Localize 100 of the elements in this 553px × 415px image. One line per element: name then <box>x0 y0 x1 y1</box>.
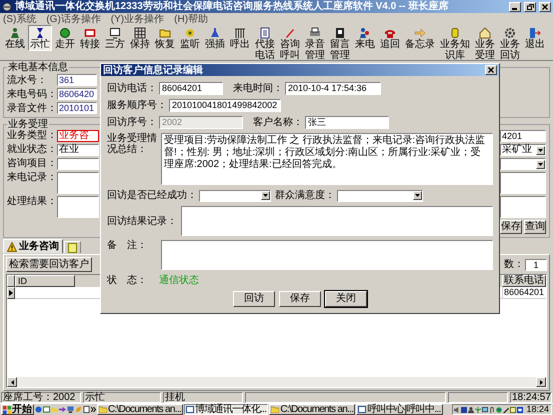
folder-icon <box>159 27 171 39</box>
text-area[interactable] <box>57 172 99 194</box>
search-customers-button[interactable]: 检索需要回访客户 <box>6 257 92 272</box>
toolbar-button[interactable]: 来电 <box>353 25 377 51</box>
text-field[interactable]: 张三 <box>305 116 389 129</box>
speaker-icon[interactable] <box>454 406 460 412</box>
taskbar-button[interactable]: C:\Documents an... <box>97 404 183 415</box>
text-field[interactable]: 2010101 <box>57 102 97 114</box>
toolbar-button[interactable]: 业务回访 <box>498 25 522 62</box>
text-area[interactable] <box>161 240 493 270</box>
text-field[interactable] <box>57 158 99 170</box>
flask-icon <box>209 27 221 39</box>
tab[interactable]: 业务咨询 <box>3 239 63 253</box>
text-area[interactable] <box>500 196 546 218</box>
text-area[interactable] <box>500 172 546 194</box>
house-icon <box>479 27 491 39</box>
menu-item[interactable]: (Y)业务操作 <box>110 14 164 24</box>
window-icon <box>84 27 96 39</box>
window-icon[interactable] <box>43 406 50 413</box>
people-icon[interactable] <box>468 406 474 412</box>
dialog-button[interactable]: 关闭 <box>325 291 367 307</box>
dropdown[interactable] <box>199 190 271 202</box>
close-icon <box>542 4 548 10</box>
dialog-button[interactable]: 保存 <box>279 291 321 307</box>
bars-icon <box>234 27 246 39</box>
toolbar-button[interactable]: 追回 <box>378 25 402 51</box>
taskbar-button[interactable]: 博域通讯一体化... <box>184 404 268 415</box>
start-button[interactable]: 开始 <box>1 404 34 415</box>
dropdown[interactable]: 采矿业 <box>500 144 546 156</box>
toolbar-button[interactable]: 录音管理 <box>303 25 327 62</box>
taskbar-button[interactable]: 呼叫中心|呼叫中... <box>356 404 443 415</box>
action-button[interactable]: 查询 <box>524 220 546 234</box>
text-field[interactable]: 8606420 <box>57 88 97 100</box>
restore-button[interactable] <box>524 2 536 12</box>
tab[interactable] <box>64 241 81 253</box>
minimize-button[interactable] <box>509 2 521 12</box>
text-field[interactable]: 201010041801499842002 <box>169 99 281 112</box>
column-header[interactable]: 联系电话 <box>502 275 546 287</box>
text-area[interactable]: 受理项目:劳动保障法制工作 之 行政执法监督；来电记录:咨询行政执法监督!；性别: 男；地址:深圳；行政区域划分:南山区；所属行业:采矿业；受理座席:2002；处理结果:已经回答完成。 <box>161 133 493 185</box>
menu-item[interactable]: (G)话务操作 <box>46 14 101 24</box>
toolbar-button[interactable]: 保持 <box>128 25 152 51</box>
row-header[interactable] <box>7 287 15 299</box>
toolbar-button[interactable]: 业务知识库 <box>438 25 472 62</box>
pen-icon[interactable] <box>503 406 510 412</box>
text-field[interactable]: 361 <box>57 74 97 86</box>
document-icon[interactable] <box>83 406 90 413</box>
toolbar-button[interactable]: 三方 <box>103 25 127 51</box>
monitor-icon[interactable] <box>482 406 488 412</box>
close-button[interactable] <box>485 65 497 75</box>
toolbar-button[interactable]: 转接 <box>78 25 102 51</box>
toolbar-button[interactable]: 示忙 <box>28 25 52 51</box>
toolbar-button[interactable]: 代接电话 <box>253 25 277 62</box>
field-label: 录音文件： <box>7 102 57 114</box>
taskbar-button[interactable]: C:\Documents an... <box>269 404 356 415</box>
caret-icon <box>538 162 543 166</box>
menu-item[interactable]: (S)系统 <box>3 14 36 24</box>
square-icon[interactable] <box>517 406 524 412</box>
status-value: 通信状态 <box>159 275 199 286</box>
table-cell: 86064201 <box>502 287 546 298</box>
text-field[interactable]: 4201 <box>500 130 546 142</box>
toolbar-button[interactable]: 备忘录 <box>403 25 437 51</box>
toolbar-button[interactable]: 留言管理 <box>328 25 352 62</box>
text-field[interactable]: 86064201 <box>159 82 223 95</box>
group-title: 来电基本信息 <box>7 62 69 73</box>
column-header[interactable]: ID <box>15 275 75 287</box>
window-title: 博域通讯一体化交换机12333劳动和社会保障电话咨询服务热线系统人工座席软件 V4.0 -- 班长座席 <box>15 0 450 12</box>
toolbar-button[interactable]: 强插 <box>203 25 227 51</box>
document-icon <box>259 27 271 39</box>
horizontal-scrollbar[interactable] <box>7 377 546 387</box>
arrow-icon[interactable] <box>59 406 66 413</box>
menu-item[interactable]: (H)帮助 <box>174 14 208 24</box>
toolbar-button[interactable]: 业务受理 <box>473 25 497 62</box>
toolbar-button[interactable]: 呼出 <box>228 25 252 51</box>
window-icon[interactable] <box>510 406 516 412</box>
dropdown[interactable] <box>337 190 423 202</box>
toolbar-button[interactable]: 恢复 <box>153 25 177 51</box>
toolbar-button[interactable]: 在线 <box>3 25 27 51</box>
toolbar-button[interactable]: 走开 <box>53 25 77 51</box>
text-area[interactable] <box>57 196 99 218</box>
text-area[interactable] <box>181 206 493 236</box>
text-field[interactable]: 在业 <box>57 144 99 156</box>
circle-icon <box>59 27 71 39</box>
toolbar-button[interactable]: 退出 <box>523 25 547 51</box>
text-field[interactable]: 2010-10-4 17:54:36 <box>285 82 381 95</box>
antenna-icon[interactable] <box>475 406 482 412</box>
square-icon[interactable] <box>461 406 468 412</box>
count-field[interactable]: 1 <box>525 258 547 270</box>
dropdown[interactable] <box>500 158 546 170</box>
status-text: 示忙 <box>83 392 161 402</box>
chevron-icon[interactable] <box>91 407 96 412</box>
document-icon <box>68 242 77 252</box>
dialog-button[interactable]: 回访 <box>233 291 275 307</box>
dialog-title: 回访客户信息记录编辑 <box>103 64 204 76</box>
close-button[interactable] <box>539 2 551 12</box>
globe-icon[interactable] <box>496 406 502 412</box>
toolbar-button[interactable]: 监听 <box>178 25 202 51</box>
globe-icon[interactable] <box>35 406 42 413</box>
monitor-icon[interactable] <box>67 406 74 413</box>
action-button[interactable]: 保存 <box>500 220 522 234</box>
toolbar-button[interactable]: 咨询呼叫 <box>278 25 302 62</box>
